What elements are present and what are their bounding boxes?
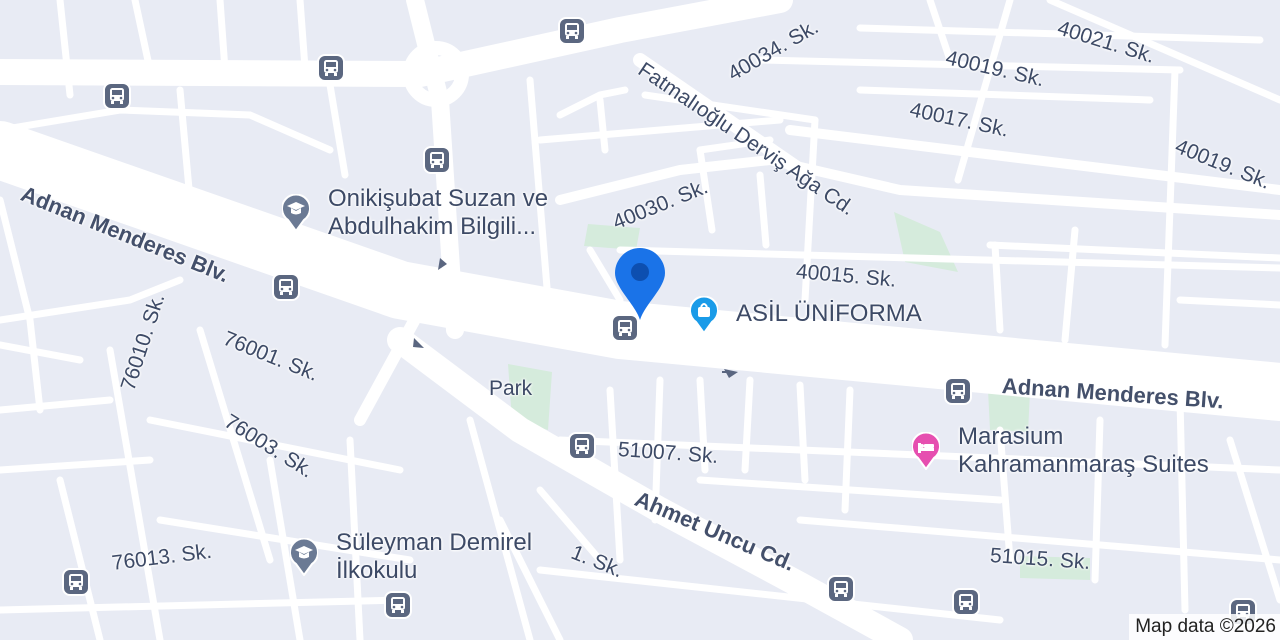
map-attribution: Map data ©2026 — [1129, 614, 1280, 640]
bus-stop-icon[interactable] — [558, 17, 586, 45]
bus-stop-icon[interactable] — [944, 377, 972, 405]
bus-stop-icon[interactable] — [827, 575, 855, 603]
bus-stop-icon[interactable] — [272, 273, 300, 301]
bus-stop-icon[interactable] — [384, 591, 412, 619]
shopping-bag-icon[interactable] — [689, 295, 719, 335]
bus-stop-icon[interactable] — [952, 588, 980, 616]
bus-stop-icon[interactable] — [423, 146, 451, 174]
hotel-bed-icon[interactable] — [911, 431, 941, 471]
poi-label-school-1-line2[interactable]: Abdulhakim Bilgili... — [328, 214, 536, 239]
poi-label-hotel-line1[interactable]: Marasium — [958, 424, 1063, 449]
school-icon[interactable] — [281, 193, 311, 233]
location-pin-icon[interactable] — [613, 246, 667, 322]
bus-stop-icon[interactable] — [568, 432, 596, 460]
poi-label-shop[interactable]: ASİL ÜNİFORMA — [736, 301, 922, 326]
poi-label-school-2-line2[interactable]: İlkokulu — [336, 558, 417, 583]
poi-label-school-1-line1[interactable]: Onikişubat Suzan ve — [328, 186, 548, 211]
bus-stop-icon[interactable] — [317, 54, 345, 82]
poi-label-school-2-line1[interactable]: Süleyman Demirel — [336, 530, 532, 555]
school-icon[interactable] — [289, 537, 319, 577]
bus-stop-icon[interactable] — [62, 568, 90, 596]
map-canvas[interactable]: Adnan Menderes Blv. Adnan Menderes Blv. … — [0, 0, 1280, 640]
bus-stop-icon[interactable] — [611, 314, 639, 342]
poi-label-hotel-line2[interactable]: Kahramanmaraş Suites — [958, 452, 1209, 477]
park-label: Park — [489, 377, 533, 400]
bus-stop-icon[interactable] — [103, 82, 131, 110]
